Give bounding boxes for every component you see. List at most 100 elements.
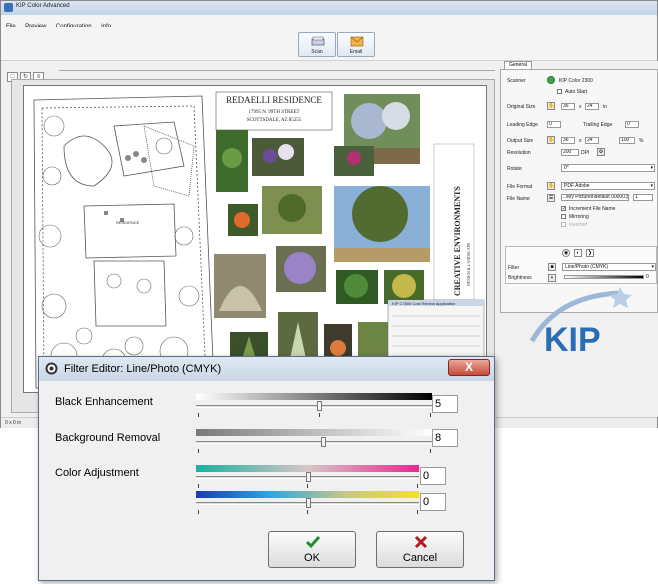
dialog-title-bar: Filter Editor: Line/Photo (CMYK) X (39, 357, 494, 381)
email-label: Email (349, 49, 363, 55)
kip-logo: KIP (529, 287, 632, 359)
email-icon (350, 36, 364, 47)
output-height-input[interactable]: 24 (585, 137, 599, 144)
file-count-input[interactable]: 1 (633, 194, 653, 201)
scanner-value: KIP Color 2300 (559, 78, 593, 84)
dialog-title: Filter Editor: Line/Photo (CMYK) (64, 363, 222, 375)
cancel-label: Cancel (402, 552, 438, 564)
auto-start-label: Auto Start (565, 89, 588, 95)
black-enhancement-slider[interactable] (196, 405, 432, 408)
trailing-edge-label: Trailing Edge (583, 122, 613, 128)
black-enhancement-thumb[interactable] (317, 401, 322, 411)
inverted-checkbox[interactable] (561, 222, 566, 227)
cancel-x-icon (414, 535, 428, 549)
resolution-unit: DPI (581, 150, 590, 156)
blue-yellow-value[interactable]: 0 (420, 493, 446, 511)
inset-title: KIP C7800 Cost Review Application (392, 301, 455, 306)
drawing-side-title: CREATIVE ENVIRONMENTS (453, 186, 462, 296)
cyan-magenta-thumb[interactable] (306, 472, 311, 482)
toolbar: Scan Email (1, 27, 657, 61)
cancel-button[interactable]: Cancel (376, 531, 464, 568)
ok-button[interactable]: OK (268, 531, 356, 568)
original-size-label: Original Size (507, 104, 536, 110)
file-format-select[interactable]: PDF Adobe (561, 182, 655, 190)
original-size-unit: in (603, 104, 607, 110)
mirroring-checkbox[interactable] (561, 214, 566, 219)
hand-icon-output[interactable]: ✋ (547, 136, 555, 144)
scan-button[interactable]: Scan (298, 32, 336, 57)
email-button[interactable]: Email (337, 32, 375, 57)
brightness-slider[interactable] (564, 275, 644, 279)
color-wheel-icon[interactable]: ◉ (562, 249, 570, 257)
app-icon (4, 3, 13, 12)
kip-logo-text: KIP (544, 321, 601, 359)
ok-label: OK (304, 552, 320, 564)
auto-start-checkbox[interactable] (557, 89, 562, 94)
black-enhancement-label: Black Enhancement (55, 396, 153, 408)
file-format-label: File Format (507, 184, 533, 190)
output-percent-unit: % (639, 138, 644, 144)
site-plan-drawing: RESIDENCE REDAELLI RESIDENCE 17995 N. 99… (33, 91, 485, 392)
title-bar: KIP Color Advanced (1, 1, 657, 15)
inverted-label: Inverted (569, 222, 588, 228)
plan-label: RESIDENCE (116, 220, 140, 225)
settings-icon[interactable]: ⚙ (597, 148, 605, 156)
blue-yellow-thumb[interactable] (306, 498, 311, 508)
scanner-label: Scanner (507, 78, 526, 84)
background-removal-thumb[interactable] (321, 437, 326, 447)
resolution-label: Resolution (507, 150, 531, 156)
grayscale-icon[interactable]: ◐ (574, 249, 582, 257)
rotate-label: Rotate (507, 166, 522, 172)
scan-preview-image[interactable]: RESIDENCE REDAELLI RESIDENCE 17995 N. 99… (23, 85, 487, 393)
color-adjustment-label: Color Adjustment (55, 467, 139, 479)
filter-edit-icon[interactable]: ■ (548, 263, 556, 271)
increment-file-name-checkbox[interactable]: ✓ (561, 206, 566, 212)
output-width-input[interactable]: 36 (561, 137, 575, 144)
drawing-address-2: SCOTTSDALE, AZ 85255 (247, 118, 302, 123)
brightness-value: 0 (646, 274, 649, 280)
menu-bar: File Preview Configuration Info (1, 15, 657, 30)
drawing-side-subtitle: DESIGN & LANDSCAPE (466, 242, 471, 286)
format-icon[interactable]: ✋ (547, 182, 555, 190)
cyan-magenta-value[interactable]: 0 (420, 467, 446, 485)
filter-editor-dialog: Filter Editor: Line/Photo (CMYK) X Black… (38, 356, 495, 581)
window-title: KIP Color Advanced (16, 3, 70, 9)
file-name-label: File Name (507, 196, 530, 202)
original-width-input[interactable]: 36 (561, 103, 575, 110)
rotate-select[interactable]: 0° (561, 164, 655, 172)
trailing-edge-input[interactable]: 0 (625, 121, 639, 128)
file-name-input[interactable]: ..\My Pictures\default 00000.pdf (561, 194, 629, 201)
drawing-address-1: 17995 N. 99TH STREET (248, 110, 299, 115)
black-enhancement-gradient (196, 393, 432, 400)
preview-divider (59, 70, 495, 71)
hand-icon[interactable]: ✋ (547, 102, 555, 110)
filter-group: ◉ ◐ ❯ Filter ■ Line/Photo (CMYK) Brightn… (505, 246, 657, 284)
filter-color-wheel-icon (45, 362, 58, 375)
leading-edge-input[interactable]: 0 (547, 121, 561, 128)
general-settings-box: Scanner KIP Color 2300 Auto Start Origin… (500, 69, 658, 313)
scan-label: Scan (311, 49, 323, 55)
tab-general[interactable]: General (504, 61, 532, 69)
filter-select[interactable]: Line/Photo (CMYK) (562, 263, 656, 271)
scanner-status-icon (547, 76, 555, 84)
checkmark-icon (306, 536, 320, 549)
background-removal-value[interactable]: 8 (432, 429, 458, 447)
close-button[interactable]: X (448, 359, 490, 376)
filter-label: Filter (508, 265, 520, 271)
status-text: 0 x 0 in (5, 420, 22, 426)
leading-edge-label: Leading Edge (507, 122, 538, 128)
output-percent-input[interactable]: 100 (619, 137, 635, 144)
next-icon[interactable]: ❯ (586, 249, 594, 257)
background-removal-slider[interactable] (196, 441, 432, 444)
black-enhancement-value[interactable]: 5 (432, 395, 458, 413)
drawing-title: REDAELLI RESIDENCE (226, 95, 322, 105)
blue-yellow-gradient (196, 491, 419, 498)
background-removal-label: Background Removal (55, 432, 161, 444)
output-size-label: Output Size (507, 138, 534, 144)
increment-label: Increment File Name (569, 206, 616, 212)
folder-icon[interactable]: ☰ (547, 194, 555, 202)
brightness-plus-icon[interactable]: + (548, 274, 556, 282)
scanner-icon (311, 36, 325, 46)
resolution-input[interactable]: 200 (561, 149, 579, 156)
original-height-input[interactable]: 24 (585, 103, 599, 110)
